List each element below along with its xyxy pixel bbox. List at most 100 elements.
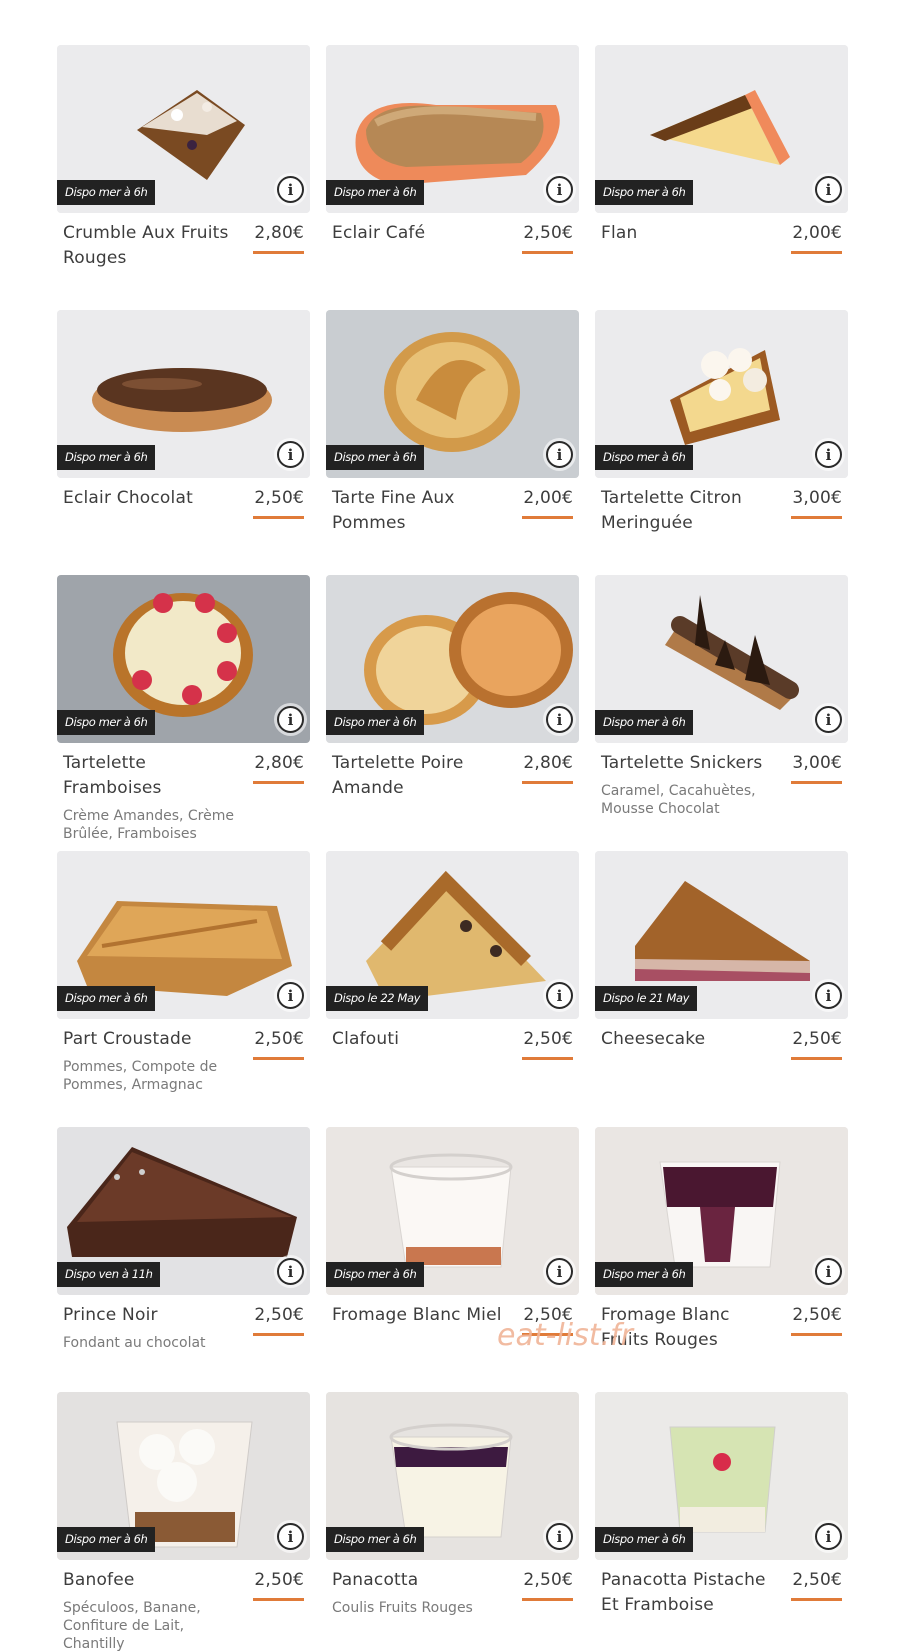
info-icon[interactable]: i <box>277 1258 304 1285</box>
product-meta: Banofee 2,50€ Spéculoos, Banane, Confiture… <box>57 1560 310 1651</box>
product-price: 2,50€ <box>254 1305 304 1325</box>
product-card[interactable]: Dispo mer à 6h i Panacotta Pistache Et Fra… <box>595 1392 848 1651</box>
product-card[interactable]: Dispo mer à 6h i Tartelette Snickers 3,00€ C… <box>595 575 848 851</box>
product-image[interactable]: Dispo mer à 6h i <box>57 310 310 478</box>
info-icon[interactable]: i <box>277 441 304 468</box>
product-image[interactable]: Dispo mer à 6h i <box>326 310 579 478</box>
product-image[interactable]: Dispo mer à 6h i <box>326 45 579 213</box>
product-name[interactable]: Eclair Café <box>332 221 502 246</box>
product-image[interactable]: Dispo mer à 6h i <box>326 1127 579 1295</box>
product-image[interactable]: Dispo mer à 6h i <box>326 575 579 743</box>
product-name[interactable]: Clafouti <box>332 1027 502 1052</box>
product-name[interactable]: Flan <box>601 221 771 246</box>
product-image[interactable]: Dispo mer à 6h i <box>595 1127 848 1295</box>
product-card[interactable]: Dispo mer à 6h i Flan 2,00€ <box>595 45 848 310</box>
product-image[interactable]: Dispo mer à 6h i <box>595 310 848 478</box>
product-price: 2,80€ <box>254 223 304 243</box>
product-image[interactable]: Dispo ven à 11h i <box>57 1127 310 1295</box>
availability-badge: Dispo mer à 6h <box>57 445 156 470</box>
info-icon[interactable]: i <box>815 176 842 203</box>
info-icon[interactable]: i <box>277 982 304 1009</box>
price-underline <box>791 1333 842 1336</box>
info-icon[interactable]: i <box>546 1258 573 1285</box>
product-meta: Eclair Chocolat 2,50€ <box>57 478 310 519</box>
product-image[interactable]: Dispo mer à 6h i <box>57 45 310 213</box>
product-card[interactable]: Dispo mer à 6h i Tarte Fine Aux Pommes 2,00… <box>326 310 579 575</box>
product-card[interactable]: Dispo mer à 6h i Crumble Aux Fruits Rouges… <box>57 45 310 310</box>
product-card[interactable]: Dispo le 21 May i Cheesecake 2,50€ <box>595 851 848 1127</box>
product-card[interactable]: Dispo mer à 6h i Eclair Café 2,50€ <box>326 45 579 310</box>
info-icon[interactable]: i <box>546 176 573 203</box>
product-name[interactable]: Fromage Blanc Miel <box>332 1303 502 1328</box>
product-name[interactable]: Tartelette Snickers <box>601 751 771 776</box>
product-meta: Tartelette Snickers 3,00€ Caramel, Cacahuè… <box>595 743 848 818</box>
info-icon[interactable]: i <box>546 1523 573 1550</box>
product-card[interactable]: Dispo le 22 May i Clafouti 2,50€ <box>326 851 579 1127</box>
product-description: Crème Amandes, Crème Brûlée, Framboises <box>63 808 234 842</box>
product-card[interactable]: Dispo mer à 6h i Tartelette Poire Amande 2,… <box>326 575 579 851</box>
product-card[interactable]: Dispo mer à 6h i Eclair Chocolat 2,50€ <box>57 310 310 575</box>
price-underline <box>791 251 842 254</box>
product-price: 2,00€ <box>523 488 573 508</box>
product-name[interactable]: Tarte Fine Aux Pommes <box>332 486 502 536</box>
product-name[interactable]: Eclair Chocolat <box>63 486 233 511</box>
info-icon[interactable]: i <box>815 1258 842 1285</box>
info-icon[interactable]: i <box>546 441 573 468</box>
product-card[interactable]: Dispo mer à 6h i Tartelette Citron Meringu… <box>595 310 848 575</box>
product-meta: Tarte Fine Aux Pommes 2,00€ <box>326 478 579 536</box>
availability-badge: Dispo le 21 May <box>595 986 698 1011</box>
product-grid: Dispo mer à 6h i Crumble Aux Fruits Rouges… <box>57 45 848 1651</box>
product-meta: Crumble Aux Fruits Rouges 2,80€ <box>57 213 310 271</box>
product-card[interactable]: Dispo mer à 6h i Panacotta 2,50€ Coulis Frui… <box>326 1392 579 1651</box>
product-description: Caramel, Cacahuètes, Mousse Chocolat <box>601 783 756 817</box>
product-price: 2,50€ <box>792 1305 842 1325</box>
product-name[interactable]: Cheesecake <box>601 1027 771 1052</box>
info-icon[interactable]: i <box>277 706 304 733</box>
product-price: 2,80€ <box>254 753 304 773</box>
product-price: 2,50€ <box>254 1570 304 1590</box>
product-meta: Prince Noir 2,50€ Fondant au chocolat <box>57 1295 310 1352</box>
price-underline <box>522 1598 573 1601</box>
product-meta: Tartelette Framboises 2,80€ Crème Amandes,… <box>57 743 310 843</box>
product-meta: Cheesecake 2,50€ <box>595 1019 848 1060</box>
availability-badge: Dispo mer à 6h <box>326 710 425 735</box>
price-underline <box>522 1057 573 1060</box>
product-image[interactable]: Dispo mer à 6h i <box>595 575 848 743</box>
product-name[interactable]: Panacotta Pistache Et Framboise <box>601 1568 771 1618</box>
product-name[interactable]: Tartelette Citron Meringuée <box>601 486 771 536</box>
info-icon[interactable]: i <box>815 441 842 468</box>
product-image[interactable]: Dispo mer à 6h i <box>595 45 848 213</box>
product-image[interactable]: Dispo mer à 6h i <box>326 1392 579 1560</box>
product-card[interactable]: Dispo ven à 11h i Prince Noir 2,50€ Fondant … <box>57 1127 310 1392</box>
product-image[interactable]: Dispo le 22 May i <box>326 851 579 1019</box>
product-meta: Part Croustade 2,50€ Pommes, Compote de Po… <box>57 1019 310 1094</box>
product-name[interactable]: Tartelette Framboises <box>63 751 233 801</box>
product-name[interactable]: Panacotta <box>332 1568 502 1593</box>
product-name[interactable]: Prince Noir <box>63 1303 233 1328</box>
info-icon[interactable]: i <box>277 1523 304 1550</box>
product-image[interactable]: Dispo mer à 6h i <box>57 851 310 1019</box>
product-name[interactable]: Tartelette Poire Amande <box>332 751 502 801</box>
product-image[interactable]: Dispo le 21 May i <box>595 851 848 1019</box>
product-card[interactable]: Dispo mer à 6h i Tartelette Framboises 2,80… <box>57 575 310 851</box>
product-price: 2,50€ <box>523 1029 573 1049</box>
price-underline <box>791 781 842 784</box>
product-price: 2,50€ <box>523 1570 573 1590</box>
info-icon[interactable]: i <box>815 1523 842 1550</box>
product-name[interactable]: Part Croustade <box>63 1027 233 1052</box>
product-card[interactable]: Dispo mer à 6h i Part Croustade 2,50€ Pommes… <box>57 851 310 1127</box>
product-image[interactable]: Dispo mer à 6h i <box>57 1392 310 1560</box>
product-price: 2,80€ <box>523 753 573 773</box>
product-name[interactable]: Crumble Aux Fruits Rouges <box>63 221 233 271</box>
info-icon[interactable]: i <box>815 982 842 1009</box>
info-icon[interactable]: i <box>815 706 842 733</box>
product-card[interactable]: Dispo mer à 6h i Banofee 2,50€ Spéculoos, Ba… <box>57 1392 310 1651</box>
info-icon[interactable]: i <box>546 706 573 733</box>
product-image[interactable]: Dispo mer à 6h i <box>595 1392 848 1560</box>
info-icon[interactable]: i <box>277 176 304 203</box>
availability-badge: Dispo mer à 6h <box>57 1527 156 1552</box>
info-icon[interactable]: i <box>546 982 573 1009</box>
product-name[interactable]: Banofee <box>63 1568 233 1593</box>
product-image[interactable]: Dispo mer à 6h i <box>57 575 310 743</box>
price-underline <box>522 781 573 784</box>
